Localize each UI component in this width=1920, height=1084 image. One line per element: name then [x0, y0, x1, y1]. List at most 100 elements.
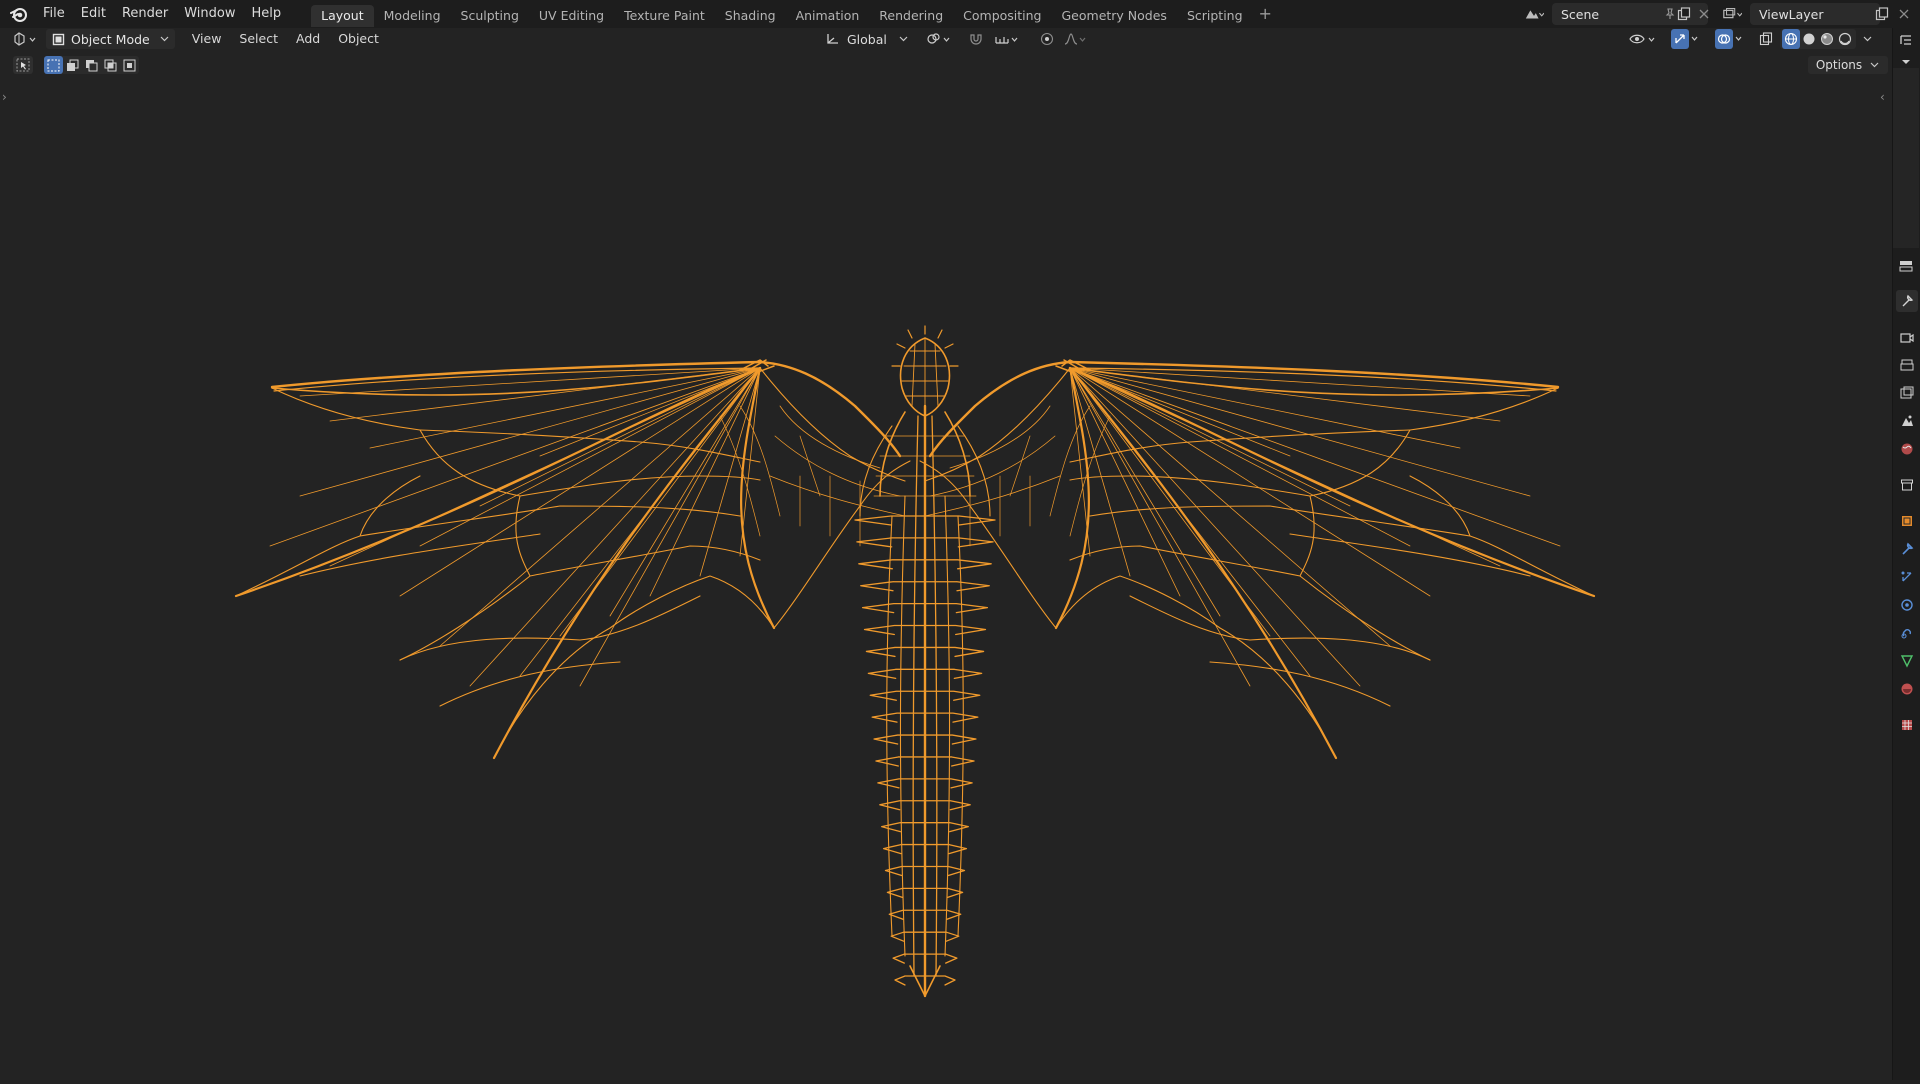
- scene-tab[interactable]: [1896, 410, 1918, 432]
- toolbar-expand-arrow-icon[interactable]: ›: [2, 90, 7, 104]
- tab-modeling[interactable]: Modeling: [374, 5, 451, 27]
- transform-orientation-dropdown[interactable]: Global: [820, 29, 913, 49]
- options-label: Options: [1815, 58, 1863, 72]
- material-tab[interactable]: [1896, 678, 1918, 700]
- view-layer-icon: [1900, 386, 1914, 399]
- view-layer-browse-icon[interactable]: [1722, 4, 1742, 24]
- select-extend-button[interactable]: [63, 56, 82, 74]
- orientation-axes-icon: [827, 34, 838, 44]
- wireframe-shading-button[interactable]: [1782, 29, 1800, 49]
- 3d-viewport[interactable]: › ‹: [0, 76, 1890, 1080]
- orientation-label: Global: [847, 31, 887, 47]
- solid-shading-button[interactable]: [1800, 29, 1818, 49]
- outliner-editor-icon[interactable]: [1896, 30, 1916, 50]
- view-layer-selector[interactable]: ViewLayer: [1750, 3, 1880, 25]
- data-icon: [1900, 655, 1914, 668]
- chevron-down-icon: [160, 36, 169, 42]
- object-mode-dropdown[interactable]: Object Mode: [46, 29, 175, 49]
- physics-icon: [1901, 599, 1913, 611]
- object-visibility-dropdown[interactable]: [1624, 29, 1664, 49]
- tab-rendering[interactable]: Rendering: [869, 5, 953, 27]
- gizmo-toggle[interactable]: [1666, 29, 1708, 49]
- render-tab[interactable]: [1896, 326, 1918, 348]
- tab-compositing[interactable]: Compositing: [953, 5, 1051, 27]
- options-dropdown[interactable]: Options: [1807, 56, 1888, 74]
- delete-view-layer-icon[interactable]: [1894, 4, 1914, 24]
- select-invert-button[interactable]: [101, 56, 120, 74]
- modifier-tab[interactable]: [1896, 538, 1918, 560]
- tool-tab[interactable]: [1896, 290, 1918, 312]
- particles-tab[interactable]: [1896, 566, 1918, 588]
- new-view-layer-icon[interactable]: [1872, 4, 1892, 24]
- select-new-button[interactable]: [44, 56, 63, 74]
- wireframe-sphere-icon: [1784, 32, 1798, 46]
- workspace-tabs: Layout Modeling Sculpting UV Editing Tex…: [311, 0, 1278, 28]
- scene-browse-icon[interactable]: [1524, 4, 1544, 24]
- tab-animation[interactable]: Animation: [786, 5, 870, 27]
- collection-tab[interactable]: [1896, 474, 1918, 496]
- select-intersect-button[interactable]: [120, 56, 139, 74]
- select-menu[interactable]: Select: [230, 28, 287, 50]
- overlays-toggle[interactable]: [1710, 29, 1752, 49]
- xray-toggle[interactable]: [1754, 29, 1778, 49]
- tab-scripting[interactable]: Scripting: [1177, 5, 1253, 27]
- proportional-editing-toggle[interactable]: [1035, 29, 1059, 49]
- blender-logo-icon[interactable]: [9, 4, 29, 24]
- select-extend-icon: [67, 59, 79, 71]
- object-menu[interactable]: Object: [329, 28, 388, 50]
- tab-geometry-nodes[interactable]: Geometry Nodes: [1052, 5, 1177, 27]
- tab-sculpting[interactable]: Sculpting: [451, 5, 529, 27]
- add-menu[interactable]: Add: [287, 28, 329, 50]
- add-workspace-button[interactable]: +: [1253, 0, 1278, 28]
- output-tab[interactable]: [1896, 354, 1918, 376]
- new-scene-icon[interactable]: [1674, 4, 1694, 24]
- proportional-edit-icon: [1040, 32, 1053, 46]
- material-icon: [1901, 683, 1913, 695]
- constraints-icon: [1901, 629, 1911, 639]
- tab-layout[interactable]: Layout: [311, 4, 374, 27]
- object-icon: [1902, 516, 1912, 526]
- world-tab[interactable]: [1896, 438, 1918, 460]
- gizmo-icon: [1671, 29, 1689, 49]
- scene-name[interactable]: Scene: [1561, 7, 1599, 22]
- properties-editor-icon[interactable]: [1896, 256, 1916, 276]
- snap-toggle[interactable]: [963, 29, 989, 49]
- view-layer-tab[interactable]: [1896, 382, 1918, 404]
- menu-render[interactable]: Render: [114, 0, 176, 28]
- menu-edit[interactable]: Edit: [73, 0, 114, 28]
- selection-mode-group: [44, 56, 139, 74]
- sidebar-expand-arrow-icon[interactable]: ‹: [1880, 90, 1885, 104]
- object-mode-icon: [52, 33, 65, 45]
- physics-tab[interactable]: [1896, 594, 1918, 616]
- texture-tab[interactable]: [1896, 714, 1918, 736]
- material-preview-button[interactable]: [1818, 29, 1836, 49]
- tab-shading[interactable]: Shading: [715, 5, 786, 27]
- tab-texture-paint[interactable]: Texture Paint: [614, 5, 715, 27]
- constraints-tab[interactable]: [1896, 622, 1918, 644]
- eye-icon: [1629, 34, 1655, 44]
- proportional-falloff-dropdown[interactable]: [1059, 29, 1093, 49]
- active-tool-button[interactable]: [13, 56, 33, 74]
- view-layer-name[interactable]: ViewLayer: [1759, 7, 1824, 22]
- rendered-sphere-icon: [1838, 32, 1852, 46]
- snap-target-dropdown[interactable]: [989, 29, 1027, 49]
- data-tab[interactable]: [1896, 650, 1918, 672]
- menu-help[interactable]: Help: [244, 0, 290, 28]
- menu-file[interactable]: File: [35, 0, 73, 28]
- rendered-shading-button[interactable]: [1836, 29, 1854, 49]
- shading-options-dropdown[interactable]: [1858, 29, 1878, 49]
- view-menu[interactable]: View: [183, 28, 231, 50]
- outliner-panel[interactable]: [1893, 68, 1919, 248]
- select-subtract-button[interactable]: [82, 56, 101, 74]
- tab-uv-editing[interactable]: UV Editing: [529, 5, 614, 27]
- select-invert-icon: [104, 59, 117, 71]
- scene-icon: [1902, 415, 1913, 426]
- dragon-wireframe-mesh[interactable]: [0, 76, 1890, 1080]
- select-subtract-icon: [86, 59, 98, 71]
- pivot-point-dropdown[interactable]: [921, 29, 959, 49]
- pivot-icon: [927, 33, 950, 44]
- object-tab[interactable]: [1896, 510, 1918, 532]
- editor-type-icon[interactable]: [12, 29, 40, 49]
- menu-window[interactable]: Window: [176, 0, 243, 28]
- delete-scene-icon[interactable]: [1694, 4, 1714, 24]
